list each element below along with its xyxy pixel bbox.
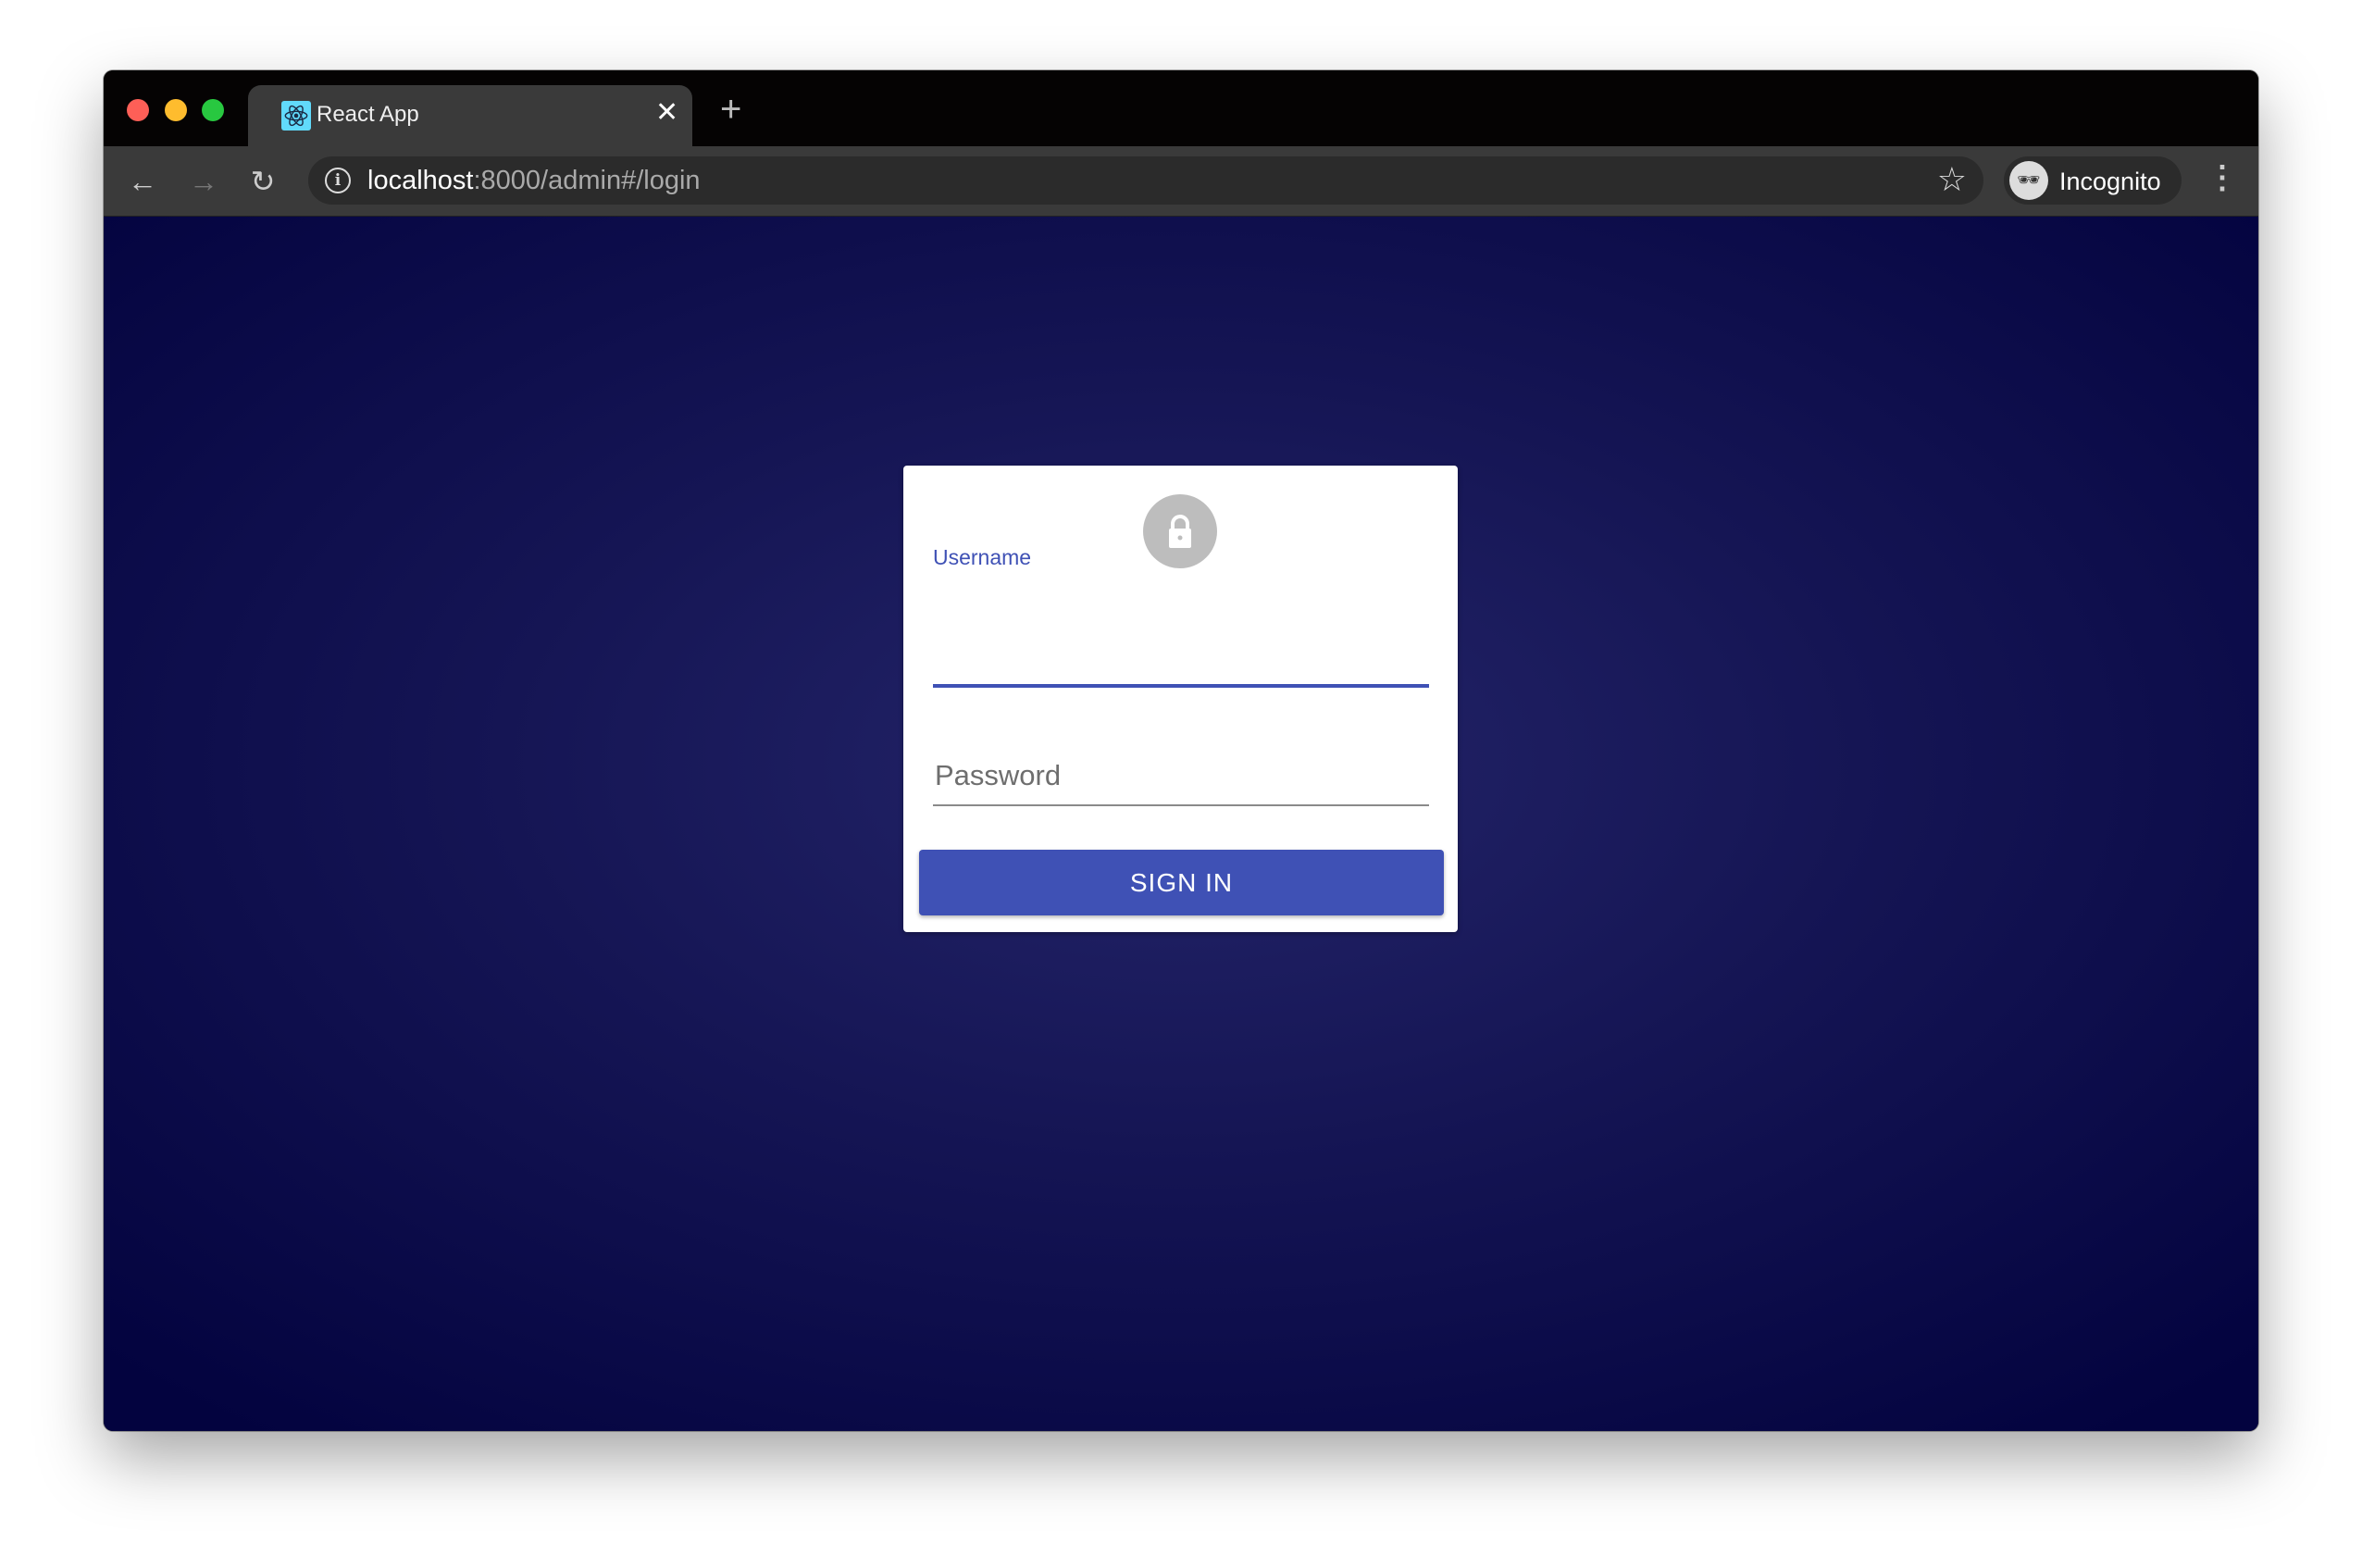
username-input[interactable] (933, 577, 1433, 616)
minimize-window-button[interactable] (165, 99, 187, 121)
url-host: localhost (367, 166, 474, 195)
incognito-profile-button[interactable]: 🕶 Incognito (2004, 156, 2182, 205)
star-icon[interactable]: ☆ (1937, 160, 1967, 199)
password-input[interactable] (933, 754, 1433, 797)
close-tab-icon[interactable]: ✕ (655, 96, 678, 129)
lock-icon (1169, 515, 1191, 548)
react-favicon-icon (281, 101, 311, 131)
password-underline (933, 804, 1429, 806)
back-arrow-icon[interactable]: ← (124, 163, 161, 200)
lock-avatar (1143, 494, 1217, 568)
login-card: Username SIGN IN (903, 466, 1458, 932)
sign-in-button[interactable]: SIGN IN (919, 850, 1444, 915)
login-page: Username SIGN IN (104, 217, 2258, 1431)
tab-react-app[interactable]: React App ✕ (248, 85, 692, 146)
incognito-icon: 🕶 (2009, 161, 2048, 200)
browser-window: React App ✕ + ← → ↻ i localhost:8000/adm… (104, 70, 2258, 1431)
profile-label: Incognito (2059, 168, 2161, 195)
username-underline (933, 684, 1429, 688)
new-tab-button[interactable]: + (720, 91, 741, 128)
address-bar[interactable]: i localhost:8000/admin#/login ☆ (308, 156, 1983, 205)
close-window-button[interactable] (127, 99, 149, 121)
url-text[interactable]: localhost:8000/admin#/login (367, 166, 701, 196)
reload-icon[interactable]: ↻ (244, 163, 281, 200)
tab-bar: React App ✕ + (104, 70, 2258, 146)
url-path: :8000/admin#/login (473, 166, 701, 195)
username-label: Username (933, 545, 1032, 569)
maximize-window-button[interactable] (202, 99, 224, 121)
browser-toolbar: ← → ↻ i localhost:8000/admin#/login ☆ 🕶 … (104, 146, 2258, 217)
forward-arrow-icon[interactable]: → (185, 163, 222, 200)
info-icon[interactable]: i (325, 168, 351, 193)
tab-title: React App (317, 102, 419, 127)
kebab-menu-icon[interactable]: ⋮ (2207, 159, 2238, 196)
